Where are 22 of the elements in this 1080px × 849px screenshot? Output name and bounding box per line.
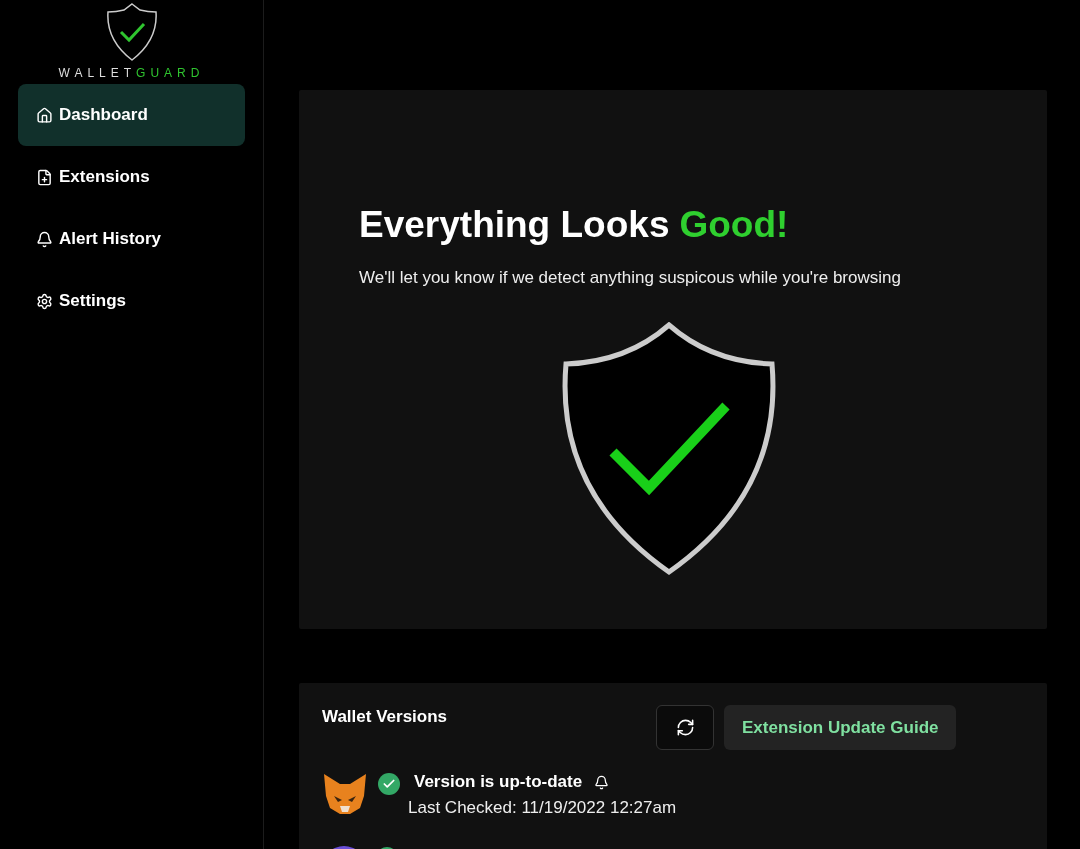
status-title-accent: Good!: [679, 204, 789, 246]
refresh-button[interactable]: [656, 705, 714, 750]
file-plus-icon: [36, 168, 53, 186]
last-checked: Last Checked: 11/19/2022 12:27am: [408, 798, 677, 818]
logo-text: WALLET: [58, 66, 137, 80]
version-status: Version is up-to-date: [414, 772, 583, 792]
panel-title: Wallet Versions: [322, 707, 449, 727]
fox-icon: [322, 772, 368, 816]
bell-icon[interactable]: [594, 774, 610, 790]
update-guide-button[interactable]: Extension Update Guide: [724, 705, 957, 750]
bell-icon: [36, 230, 53, 248]
refresh-icon: [675, 718, 695, 737]
shield-check-icon: [105, 2, 158, 62]
nav-item[interactable]: Alert History: [18, 208, 245, 270]
status-title: Everything Looks: [359, 204, 670, 246]
status-message: We'll let you know if we detect anything suspicous while you're browsing: [359, 268, 902, 288]
home-icon: [36, 106, 53, 124]
settings-icon: [36, 292, 53, 310]
nav-item[interactable]: Dashboard: [18, 84, 245, 146]
nav-item[interactable]: Settings: [18, 270, 245, 332]
nav-item[interactable]: Extensions: [18, 146, 245, 208]
logo-text: GUARD: [136, 66, 205, 80]
